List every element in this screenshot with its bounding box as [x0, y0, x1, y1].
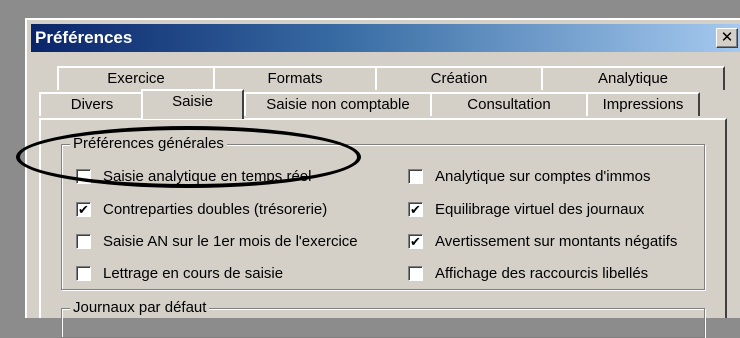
checkbox-box[interactable] [76, 233, 91, 249]
checkmark-icon: ✔ [410, 233, 421, 249]
tab-label: Consultation [467, 96, 551, 113]
title-bar[interactable]: Préférences ✕ [31, 24, 740, 52]
checkbox-label: Equilibrage virtuel des journaux [435, 200, 645, 218]
tab-saisie[interactable]: Saisie [141, 89, 244, 119]
checkbox-box[interactable] [76, 265, 91, 281]
tab-exercice[interactable]: Exercice [57, 66, 215, 90]
checkbox-box[interactable]: ✔ [76, 201, 91, 217]
checkbox-label: Contreparties doubles (trésorerie) [103, 200, 328, 218]
checkbox-analytique-immos[interactable]: Analytique sur comptes d'immos [408, 167, 650, 185]
tab-label: Saisie [172, 93, 213, 110]
checkbox-avertissement-negatifs[interactable]: ✔ Avertissement sur montants négatifs [408, 232, 677, 250]
tab-label: Analytique [597, 70, 669, 87]
checkbox-box[interactable]: ✔ [408, 201, 423, 217]
close-button[interactable]: ✕ [716, 28, 738, 48]
checkbox-label: Saisie AN sur le 1er mois de l'exercice [103, 232, 358, 250]
tab-saisie-non-comptable[interactable]: Saisie non comptable [244, 92, 432, 116]
close-icon: ✕ [720, 29, 734, 46]
tab-divers[interactable]: Divers [39, 92, 145, 116]
tab-label: Formats [267, 70, 323, 87]
tab-formats[interactable]: Formats [213, 66, 377, 90]
checkbox-label: Analytique sur comptes d'immos [435, 167, 651, 185]
checkbox-label: Lettrage en cours de saisie [103, 264, 284, 282]
general-preferences-title: Préférences générales [70, 135, 227, 153]
checkbox-box[interactable] [408, 168, 423, 184]
checkbox-equilibrage-virtuel[interactable]: ✔ Equilibrage virtuel des journaux [408, 200, 644, 218]
tab-label: Exercice [107, 70, 165, 87]
checkbox-label: Saisie analytique en temps réel [103, 167, 312, 185]
checkbox-box[interactable] [408, 265, 423, 281]
tab-label: Impressions [602, 96, 684, 113]
journaux-group-title: Journaux par défaut [70, 299, 210, 317]
tab-label: Création [430, 70, 488, 87]
tab-label: Saisie non comptable [266, 96, 410, 113]
window-title: Préférences [35, 28, 133, 47]
checkbox-saisie-an[interactable]: Saisie AN sur le 1er mois de l'exercice [76, 232, 358, 250]
checkbox-label: Affichage des raccourcis libellés [435, 264, 649, 282]
checkbox-label: Avertissement sur montants négatifs [435, 232, 678, 250]
checkbox-lettrage[interactable]: Lettrage en cours de saisie [76, 264, 283, 282]
checkbox-contreparties-doubles[interactable]: ✔ Contreparties doubles (trésorerie) [76, 200, 327, 218]
checkbox-raccourcis-libelles[interactable]: Affichage des raccourcis libellés [408, 264, 648, 282]
tab-label: Divers [70, 96, 114, 113]
checkmark-icon: ✔ [410, 201, 421, 217]
tab-creation[interactable]: Création [375, 66, 543, 90]
checkbox-saisie-analytique[interactable]: Saisie analytique en temps réel [76, 167, 311, 185]
tab-impressions[interactable]: Impressions [586, 92, 700, 116]
tab-analytique[interactable]: Analytique [541, 66, 725, 90]
checkbox-box[interactable] [76, 168, 91, 184]
tab-consultation[interactable]: Consultation [430, 92, 588, 116]
checkbox-box[interactable]: ✔ [408, 233, 423, 249]
checkmark-icon: ✔ [78, 201, 89, 217]
